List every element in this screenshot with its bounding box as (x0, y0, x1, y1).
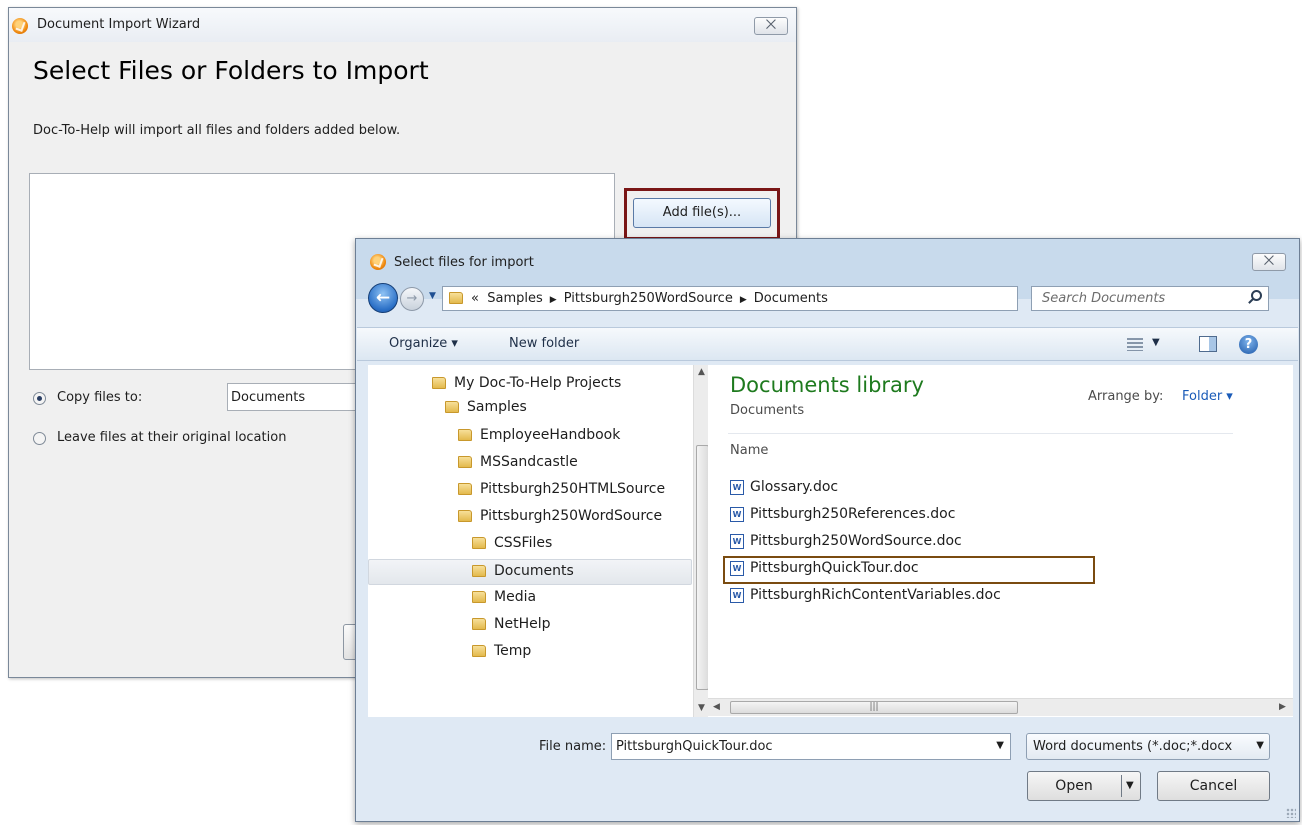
folder-icon (449, 292, 463, 304)
folder-icon (472, 645, 486, 657)
tree-item-pittsburgh250htmlsource[interactable]: Pittsburgh250HTMLSource (458, 481, 665, 507)
tree-item-samples[interactable]: Samples (445, 399, 527, 425)
column-divider (728, 433, 1233, 434)
tree-item-my-doc-to-help-projects[interactable]: My Doc-To-Help Projects (432, 375, 621, 401)
dialog-close-button[interactable]: ⨉ (1252, 253, 1286, 271)
word-document-icon: W (730, 587, 744, 603)
navigation-tree: My Doc-To-Help Projects Samples Employee… (368, 365, 710, 717)
wizard-description: Doc-To-Help will import all files and fo… (33, 123, 401, 138)
tree-item-pittsburgh250wordsource[interactable]: Pittsburgh250WordSource (458, 508, 662, 534)
open-button-label: Open (1055, 778, 1093, 794)
tree-item-cssfiles[interactable]: CSSFiles (472, 535, 552, 561)
resize-grip-icon[interactable] (1286, 808, 1296, 818)
folder-icon (458, 456, 472, 468)
file-type-select[interactable]: Word documents (*.doc;*.docx ▼ (1026, 733, 1270, 760)
copy-destination-field[interactable]: Documents (227, 383, 367, 411)
file-scroll-thumb[interactable]: ||| (730, 701, 1018, 714)
file-item-glossary[interactable]: W Glossary.doc (730, 479, 838, 505)
add-files-highlight: Add file(s)... (624, 188, 780, 240)
breadcrumb-documents[interactable]: Documents (754, 291, 828, 306)
search-icon[interactable] (1251, 290, 1262, 301)
copy-files-label: Copy files to: (57, 390, 143, 405)
folder-icon (458, 483, 472, 495)
folder-icon (458, 429, 472, 441)
file-name-field[interactable]: PittsburghQuickTour.doc ▼ (611, 733, 1011, 760)
change-view-icon[interactable] (1127, 338, 1143, 351)
preview-pane-icon[interactable] (1199, 336, 1217, 352)
leave-files-radio[interactable] (33, 432, 46, 445)
file-name-dropdown-icon[interactable]: ▼ (996, 740, 1004, 751)
word-document-icon: W (730, 560, 744, 576)
new-folder-button[interactable]: New folder (509, 336, 579, 351)
file-item-pittsburgh250references[interactable]: W Pittsburgh250References.doc (730, 506, 955, 532)
open-button[interactable]: Open ▼ (1027, 771, 1141, 801)
breadcrumb-pittsburgh250wordsource[interactable]: Pittsburgh250WordSource (564, 291, 733, 306)
address-bar[interactable]: « Samples ▶ Pittsburgh250WordSource ▶ Do… (442, 286, 1106, 311)
scroll-down-arrow-icon[interactable]: ▼ (698, 703, 705, 713)
file-name-value: PittsburghQuickTour.doc (616, 739, 773, 754)
wizard-heading: Select Files or Folders to Import (33, 56, 429, 85)
breadcrumb: « Samples ▶ Pittsburgh250WordSource ▶ Do… (471, 291, 828, 306)
file-name-label: File name: (539, 739, 607, 754)
copy-files-radio[interactable] (33, 392, 46, 405)
select-files-dialog: Select files for import ⨉ ← → ▼ « Sample… (355, 238, 1300, 822)
file-type-dropdown-icon[interactable]: ▼ (1256, 740, 1264, 751)
breadcrumb-overflow[interactable]: « (471, 291, 479, 306)
folder-icon (445, 401, 459, 413)
tree-item-media[interactable]: Media (472, 589, 536, 615)
search-placeholder: Search Documents (1042, 291, 1166, 306)
scroll-right-arrow-icon[interactable]: ▶ (1279, 702, 1286, 712)
dialog-titlebar: Select files for import (356, 239, 1299, 283)
scroll-left-arrow-icon[interactable]: ◀ (713, 702, 720, 712)
leave-files-label: Leave files at their original location (57, 430, 287, 445)
file-list-pane: Documents library Documents Arrange by: … (708, 365, 1293, 717)
back-arrow-icon[interactable]: ← (368, 283, 398, 313)
tree-item-temp[interactable]: Temp (472, 643, 531, 669)
library-subtitle: Documents (730, 403, 805, 418)
arrange-by-dropdown[interactable]: Folder ▾ (1182, 389, 1233, 404)
add-files-button[interactable]: Add file(s)... (633, 198, 771, 228)
file-type-value: Word documents (*.doc;*.docx (1033, 739, 1233, 754)
breadcrumb-samples[interactable]: Samples (487, 291, 543, 306)
doc-to-help-app-icon (12, 18, 28, 34)
name-column-header[interactable]: Name (730, 443, 768, 458)
wizard-titlebar: Document Import Wizard ⨉ (9, 8, 796, 42)
tree-item-documents[interactable]: Documents (368, 559, 692, 585)
breadcrumb-separator-icon: ▶ (546, 295, 560, 305)
arrange-by-label: Arrange by: (1088, 389, 1164, 404)
help-icon[interactable]: ? (1239, 335, 1258, 354)
doc-to-help-app-icon (370, 254, 386, 270)
cancel-button[interactable]: Cancel (1157, 771, 1270, 801)
library-title: Documents library (730, 373, 924, 397)
wizard-title: Document Import Wizard (37, 17, 201, 32)
word-document-icon: W (730, 506, 744, 522)
dialog-toolbar: Organize ▾ New folder ▼ ? (357, 327, 1298, 361)
wizard-close-button[interactable]: ⨉ (754, 17, 788, 35)
file-item-pittsburghrichcontentvariables[interactable]: W PittsburghRichContentVariables.doc (730, 587, 1001, 613)
file-item-pittsburghquicktour[interactable]: W PittsburghQuickTour.doc (730, 560, 919, 586)
folder-icon (432, 377, 446, 389)
folder-icon (472, 591, 486, 603)
search-input[interactable]: Search Documents (1031, 286, 1269, 311)
open-options-arrow-icon[interactable]: ▼ (1126, 772, 1134, 800)
tree-item-nethelp[interactable]: NetHelp (472, 616, 551, 642)
breadcrumb-separator-icon: ▶ (736, 295, 750, 305)
view-dropdown-icon[interactable]: ▼ (1152, 337, 1160, 348)
folder-icon (472, 537, 486, 549)
folder-icon (472, 618, 486, 630)
recent-locations-dropdown-icon[interactable]: ▼ (429, 291, 436, 301)
folder-icon (472, 565, 486, 577)
tree-item-employeehandbook[interactable]: EmployeeHandbook (458, 427, 620, 453)
forward-arrow-icon[interactable]: → (400, 287, 424, 311)
word-document-icon: W (730, 533, 744, 549)
dialog-title: Select files for import (394, 255, 534, 270)
organize-menu-button[interactable]: Organize ▾ (389, 336, 458, 351)
tree-item-mssandcastle[interactable]: MSSandcastle (458, 454, 578, 480)
open-split-divider (1121, 775, 1122, 797)
word-document-icon: W (730, 479, 744, 495)
file-horizontal-scrollbar[interactable]: ◀ ||| ▶ (708, 698, 1293, 716)
scroll-up-arrow-icon[interactable]: ▲ (698, 367, 705, 377)
folder-icon (458, 510, 472, 522)
